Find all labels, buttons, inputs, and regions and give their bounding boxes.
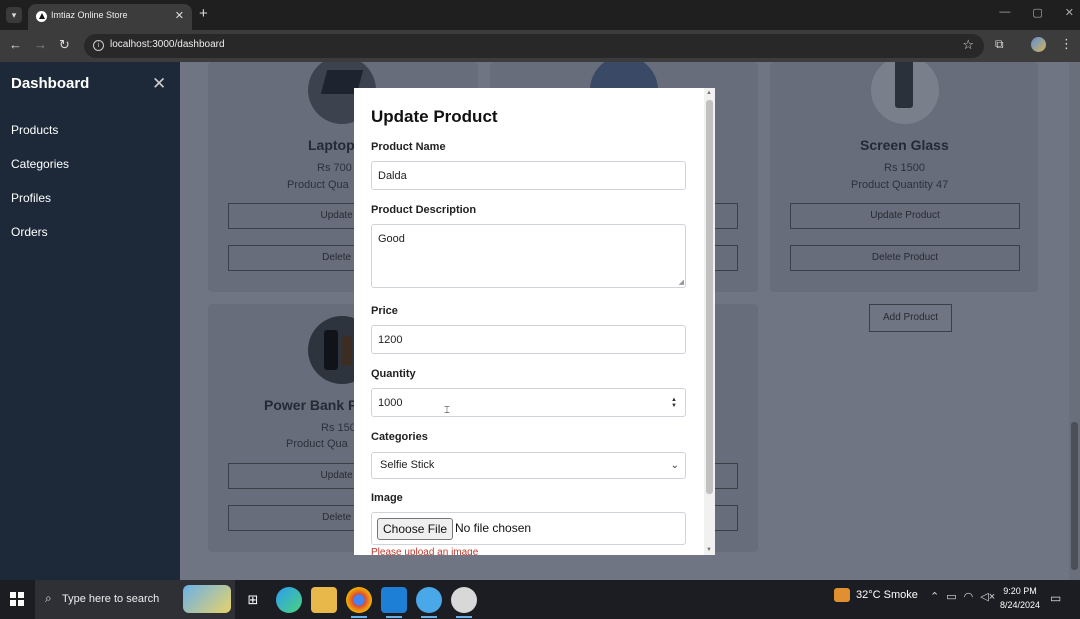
edge-browser-icon[interactable] [276, 587, 302, 613]
product-quantity: Product Qua [287, 179, 349, 191]
update-product-button[interactable]: Update Product [790, 203, 1020, 229]
modal-scrollbar-thumb[interactable] [706, 100, 713, 494]
system-tray: ⌃ ▭ ◠ ◁× [930, 590, 995, 603]
categories-select[interactable]: Selfie Stick ⌄ [371, 452, 686, 479]
minimize-icon[interactable]: — [999, 6, 1010, 19]
site-favicon-icon [36, 11, 47, 22]
browser-toolbar: ← → ↻ i localhost:3000/dashboard ☆ ⧉ ⋮ [0, 30, 1080, 62]
task-view-icon[interactable]: ⊞ [240, 587, 266, 613]
tab-title: Imtiaz Online Store [51, 10, 128, 20]
image-error-text: Please upload an image [371, 547, 479, 555]
sidebar-item-categories[interactable]: Categories [11, 157, 69, 171]
product-card: Screen Glass Rs 1500 Product Quantity 47… [770, 62, 1038, 292]
delete-product-button[interactable]: Delete Product [790, 245, 1020, 271]
battery-icon[interactable]: ▭ [946, 590, 956, 603]
sidebar-item-profiles[interactable]: Profiles [11, 191, 51, 205]
add-product-button[interactable]: Add Product [869, 304, 952, 332]
sidebar: Dashboard ✕ Products Categories Profiles… [0, 62, 180, 580]
windows-start-icon[interactable] [10, 592, 24, 606]
chevron-down-icon: ⌄ [670, 460, 679, 471]
sidebar-item-products[interactable]: Products [11, 123, 58, 137]
clock-date: 8/24/2024 [1000, 600, 1041, 610]
maximize-icon[interactable]: ▢ [1032, 6, 1042, 19]
window-close-icon[interactable]: ✕ [1065, 6, 1074, 19]
url-text[interactable]: localhost:3000/dashboard [110, 39, 225, 50]
product-name-label: Product Name [371, 141, 446, 153]
speaker-muted-icon[interactable]: ◁× [980, 590, 995, 603]
chrome-browser-icon[interactable] [346, 587, 372, 618]
modal-title: Update Product [371, 107, 498, 126]
page-scrollbar[interactable] [1069, 62, 1080, 580]
clock-time: 9:20 PM [1003, 586, 1037, 596]
description-value: Good [378, 233, 405, 245]
product-title: Power Bank F [264, 397, 357, 413]
quantity-label: Quantity [371, 368, 416, 380]
chevron-up-icon[interactable]: ⌃ [930, 590, 939, 603]
wifi-icon[interactable]: ◠ [964, 590, 974, 603]
scroll-down-icon[interactable]: ▼ [706, 547, 712, 553]
site-info-icon[interactable]: i [93, 40, 104, 51]
extensions-puzzle-icon[interactable]: ⧉ [995, 37, 1004, 52]
product-price: Rs 700 [317, 162, 352, 174]
price-label: Price [371, 305, 398, 317]
file-explorer-icon[interactable] [311, 587, 337, 613]
browser-tab-bar: ▾ Imtiaz Online Store ✕ + — ▢ ✕ [0, 0, 1080, 30]
sidebar-item-orders[interactable]: Orders [11, 225, 48, 239]
taskbar: ⌕ Type here to search ⊞ 32°C Smoke ⌃ ▭ ◠… [0, 580, 1080, 619]
product-description-label: Product Description [371, 204, 477, 216]
window-controls: — ▢ ✕ [999, 6, 1074, 19]
price-input[interactable]: 1200 [371, 325, 686, 354]
image-file-input[interactable]: Choose File No file chosen [371, 512, 686, 545]
product-quantity: Product Quantity 47 [851, 179, 949, 191]
weather-text: 32°C Smoke [856, 589, 918, 601]
product-quantity: Product Qua [286, 438, 348, 450]
forward-arrow-icon[interactable]: → [34, 37, 47, 53]
resize-grip-icon[interactable]: ◢ [679, 278, 684, 286]
mouse-cursor-icon: ⌶ [444, 405, 450, 416]
weather-icon [834, 588, 850, 602]
notification-icon[interactable]: ▭ [1050, 591, 1061, 605]
product-image [871, 62, 939, 124]
product-name-input[interactable]: Dalda [371, 161, 686, 190]
selected-category: Selfie Stick [380, 459, 435, 471]
browser-menu-icon[interactable]: ⋮ [1060, 36, 1073, 52]
back-arrow-icon[interactable]: ← [9, 37, 22, 53]
scroll-up-icon[interactable]: ▲ [706, 90, 712, 96]
product-title: Laptop [308, 137, 355, 153]
profile-avatar-icon[interactable] [1031, 37, 1046, 52]
image-label: Image [371, 492, 403, 504]
file-status-text: No file chosen [455, 521, 532, 535]
app-cloud-icon[interactable] [416, 587, 442, 618]
product-title: Screen Glass [860, 137, 949, 153]
app-record-icon[interactable] [451, 587, 477, 618]
new-tab-plus-icon[interactable]: + [199, 6, 208, 22]
sidebar-title: Dashboard [11, 75, 90, 92]
update-product-modal: Update Product Product Name Dalda Produc… [354, 88, 715, 555]
quantity-value: 1000 [378, 397, 403, 409]
vscode-icon[interactable] [381, 587, 407, 618]
reload-icon[interactable]: ↻ [59, 37, 70, 53]
choose-file-button[interactable]: Choose File [377, 518, 454, 540]
quantity-stepper[interactable]: 1000 ▲ ▼ [371, 388, 686, 417]
page-viewport: Dashboard ✕ Products Categories Profiles… [0, 62, 1080, 580]
search-highlight-image [183, 585, 231, 613]
taskbar-search-input[interactable]: Type here to search [62, 593, 159, 605]
product-price: Rs 150 [321, 422, 356, 434]
product-description-textarea[interactable]: Good ◢ [371, 224, 686, 288]
system-clock[interactable]: 9:20 PM 8/24/2024 [1000, 584, 1040, 612]
browser-tab[interactable]: Imtiaz Online Store ✕ [28, 4, 192, 30]
tab-close-icon[interactable]: ✕ [175, 9, 184, 22]
search-icon: ⌕ [45, 591, 52, 605]
page-scrollbar-thumb[interactable] [1071, 422, 1078, 570]
taskbar-search-box[interactable]: ⌕ Type here to search [35, 580, 235, 619]
bookmark-star-icon[interactable]: ☆ [962, 37, 974, 53]
modal-scrollbar[interactable]: ▲ ▼ [704, 88, 715, 555]
product-price: Rs 1500 [884, 162, 925, 174]
categories-label: Categories [371, 431, 428, 443]
stepper-arrows-icon[interactable]: ▲ ▼ [670, 397, 678, 409]
tab-list-chevron-icon[interactable]: ▾ [6, 7, 22, 23]
sidebar-close-icon[interactable]: ✕ [152, 74, 166, 94]
screen: ▾ Imtiaz Online Store ✕ + — ▢ ✕ ← → ↻ i … [0, 0, 1080, 619]
address-bar[interactable]: i localhost:3000/dashboard ☆ [84, 34, 984, 58]
